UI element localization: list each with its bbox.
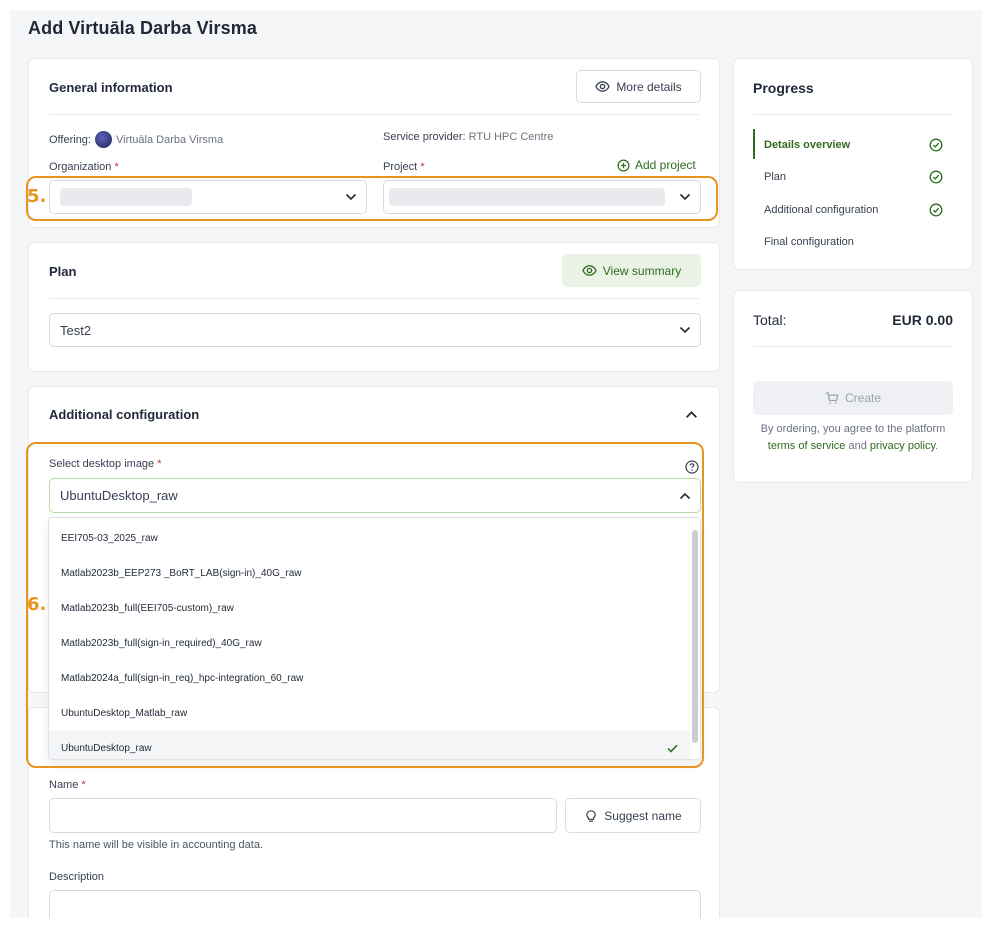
chevron-down-icon (679, 326, 691, 334)
check-icon (667, 744, 678, 753)
create-button[interactable]: Create (753, 381, 953, 415)
total-card: Total: EUR 0.00 Create By ordering, you … (733, 290, 973, 483)
project-select[interactable] (383, 180, 701, 214)
dropdown-option[interactable]: Matlab2023b_EEP273 _BoRT_LAB(sign-in)_40… (49, 556, 690, 591)
plan-card: Plan View summary Test2 (28, 242, 720, 372)
dropdown-option[interactable]: EEI705-03_2025_raw (49, 521, 690, 556)
name-help-text: This name will be visible in accounting … (49, 839, 264, 851)
name-input[interactable] (49, 798, 557, 833)
add-project-link[interactable]: Add project (617, 158, 696, 172)
general-information-title: General information (49, 80, 173, 95)
help-circle-icon[interactable] (685, 460, 699, 474)
terms-of-service-link[interactable]: terms of service (768, 440, 846, 452)
dropdown-scrollbar[interactable] (692, 522, 698, 755)
check-circle-icon (929, 138, 943, 152)
progress-title: Progress (753, 80, 814, 96)
terms-and: and (848, 440, 867, 452)
required-mark: * (81, 779, 86, 791)
chevron-up-icon[interactable] (685, 410, 698, 419)
organization-label: Organization * (49, 161, 119, 173)
desktop-image-label-text: Select desktop image (49, 458, 155, 470)
progress-step-plan[interactable]: Plan (764, 171, 786, 183)
suggest-name-label: Suggest name (604, 808, 682, 823)
more-details-button[interactable]: More details (576, 70, 701, 103)
lightbulb-icon (586, 809, 597, 822)
plan-divider (49, 298, 699, 299)
required-mark: * (114, 161, 119, 173)
plus-circle-icon (617, 159, 630, 171)
check-circle-icon (929, 203, 943, 217)
project-placeholder (389, 188, 665, 206)
add-project-label: Add project (635, 158, 696, 172)
general-information-card: General information More details Offerin… (28, 58, 720, 228)
progress-card: Progress Details overview Plan Additiona… (733, 58, 973, 270)
organization-label-text: Organization (49, 161, 112, 173)
more-details-label: More details (616, 79, 682, 94)
dropdown-option[interactable]: UbuntuDesktop_Matlab_raw (49, 696, 690, 731)
annotation-step5: 5. (27, 186, 47, 207)
progress-divider (753, 114, 953, 115)
chevron-down-icon (679, 193, 691, 201)
dropdown-option[interactable]: Matlab2023b_full(EEI705-custom)_raw (49, 591, 690, 626)
provider-row: Service provider: RTU HPC Centre (383, 131, 553, 143)
annotation-step6: 6. (27, 594, 47, 615)
dropdown-option-label: UbuntuDesktop_raw (61, 743, 152, 754)
required-mark: * (420, 161, 425, 173)
organization-placeholder (60, 188, 192, 206)
suggest-name-button[interactable]: Suggest name (565, 798, 701, 833)
organization-select[interactable] (49, 180, 367, 214)
dropdown-option[interactable]: Matlab2024a_full(sign-in_req)_hpc-integr… (49, 661, 690, 696)
cart-icon (825, 392, 839, 404)
desktop-image-label: Select desktop image * (49, 458, 162, 470)
project-label: Project * (383, 161, 425, 173)
eye-icon (595, 81, 611, 92)
plan-select[interactable]: Test2 (49, 313, 701, 347)
view-summary-button[interactable]: View summary (562, 254, 701, 287)
desktop-image-select[interactable]: UbuntuDesktop_raw (49, 478, 701, 513)
check-circle-icon (929, 170, 943, 184)
terms-pre: By ordering, you agree to the platform (760, 423, 946, 435)
description-label: Description (49, 871, 105, 883)
progress-step-details[interactable]: Details overview (764, 139, 850, 151)
desktop-image-value: UbuntuDesktop_raw (60, 488, 178, 503)
provider-value: RTU HPC Centre (468, 131, 554, 143)
offering-label: Offering: (49, 133, 91, 146)
total-label: Total: (753, 312, 787, 328)
offering-logo-icon (95, 131, 112, 148)
plan-selected-value: Test2 (60, 322, 92, 338)
terms-text: By ordering, you agree to the platform t… (748, 421, 958, 455)
chevron-down-icon (345, 193, 357, 201)
desktop-image-dropdown: EEI705-03_2025_raw Matlab2023b_EEP273 _B… (48, 517, 701, 760)
dropdown-option-selected[interactable]: UbuntuDesktop_raw (49, 731, 690, 759)
offering-value: Virtuāla Darba Virsma (116, 133, 224, 146)
dropdown-option[interactable]: Matlab2023b_full(sign-in_required)_40G_r… (49, 626, 690, 661)
name-label-text: Name (49, 779, 79, 791)
privacy-policy-link[interactable]: privacy policy (870, 440, 935, 452)
progress-step-additional[interactable]: Additional configuration (764, 204, 878, 216)
page: Add Virtuāla Darba Virsma General inform… (10, 10, 982, 918)
total-value: EUR 0.00 (892, 312, 953, 328)
dropdown-scrollbar-thumb[interactable] (692, 530, 698, 743)
required-mark: * (157, 458, 162, 470)
name-label: Name * (49, 779, 86, 791)
total-divider (753, 346, 953, 347)
plan-title: Plan (49, 264, 77, 279)
provider-label: Service provider: (383, 131, 466, 143)
page-title: Add Virtuāla Darba Virsma (28, 18, 257, 38)
project-label-text: Project (383, 161, 418, 173)
terms-end: . (935, 440, 939, 452)
create-label: Create (844, 391, 882, 405)
eye-icon (581, 265, 597, 276)
chevron-up-icon (679, 492, 691, 499)
general-divider (49, 114, 699, 115)
offering-row: Offering: Virtuāla Darba Virsma (49, 131, 223, 148)
progress-step-final[interactable]: Final configuration (764, 236, 854, 248)
description-textarea[interactable] (49, 890, 701, 918)
additional-configuration-title: Additional configuration (49, 407, 200, 422)
view-summary-label: View summary (602, 263, 682, 278)
progress-active-bar (753, 129, 755, 159)
